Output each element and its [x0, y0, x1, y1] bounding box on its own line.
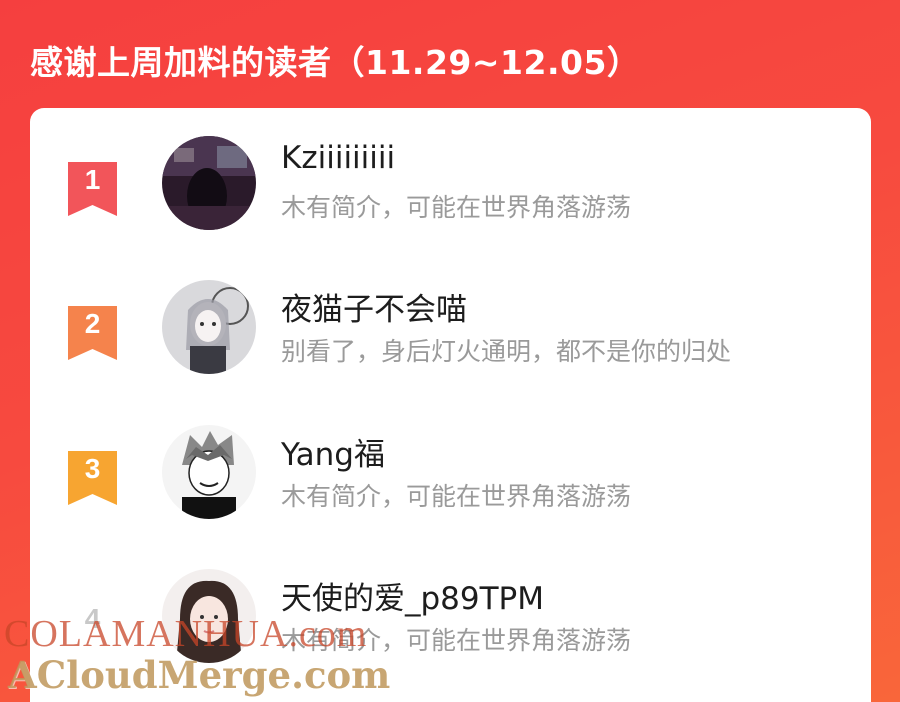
- avatar[interactable]: [162, 280, 256, 374]
- reader-row-4[interactable]: 4 天使的爱_p89TPM 木有简介，可能在世界角落游荡: [30, 569, 871, 669]
- rank-badge: 3: [68, 451, 117, 505]
- reader-row-1[interactable]: 1 Kziiiiiiiii 木有简介，可能在世界角落游荡: [30, 136, 871, 236]
- reader-bio: 木有简介，可能在世界角落游荡: [281, 482, 632, 511]
- rank-badge: 4: [68, 595, 117, 649]
- reader-name[interactable]: Kziiiiiiiii: [281, 140, 395, 176]
- reader-name[interactable]: 天使的爱_p89TPM: [281, 573, 544, 618]
- reader-list-card: 1 Kziiiiiiiii 木有简介，可能在世界角落游荡 2 夜猫子不会喵 别看…: [30, 108, 871, 702]
- avatar[interactable]: [162, 425, 256, 519]
- rank-number: 2: [84, 308, 101, 339]
- reader-bio: 木有简介，可能在世界角落游荡: [281, 193, 632, 222]
- reader-bio: 木有简介，可能在世界角落游荡: [281, 626, 632, 655]
- reader-name[interactable]: Yang福: [281, 429, 385, 474]
- reader-row-3[interactable]: 3 Yang福 木有简介，可能在世界角落游荡: [30, 425, 871, 525]
- avatar[interactable]: [162, 569, 256, 663]
- reader-name[interactable]: 夜猫子不会喵: [281, 284, 467, 329]
- rank-badge: 2: [68, 306, 117, 360]
- avatar[interactable]: [162, 136, 256, 230]
- rank-badge: 1: [68, 162, 117, 216]
- rank-number: 1: [84, 164, 101, 195]
- reader-bio: 别看了，身后灯火通明，都不是你的归处: [281, 337, 732, 366]
- page-title: 感谢上周加料的读者（11.29~12.05）: [30, 43, 641, 82]
- rank-number: 3: [84, 453, 101, 484]
- rank-number: 4: [84, 603, 101, 634]
- reader-row-2[interactable]: 2 夜猫子不会喵 别看了，身后灯火通明，都不是你的归处: [30, 280, 871, 380]
